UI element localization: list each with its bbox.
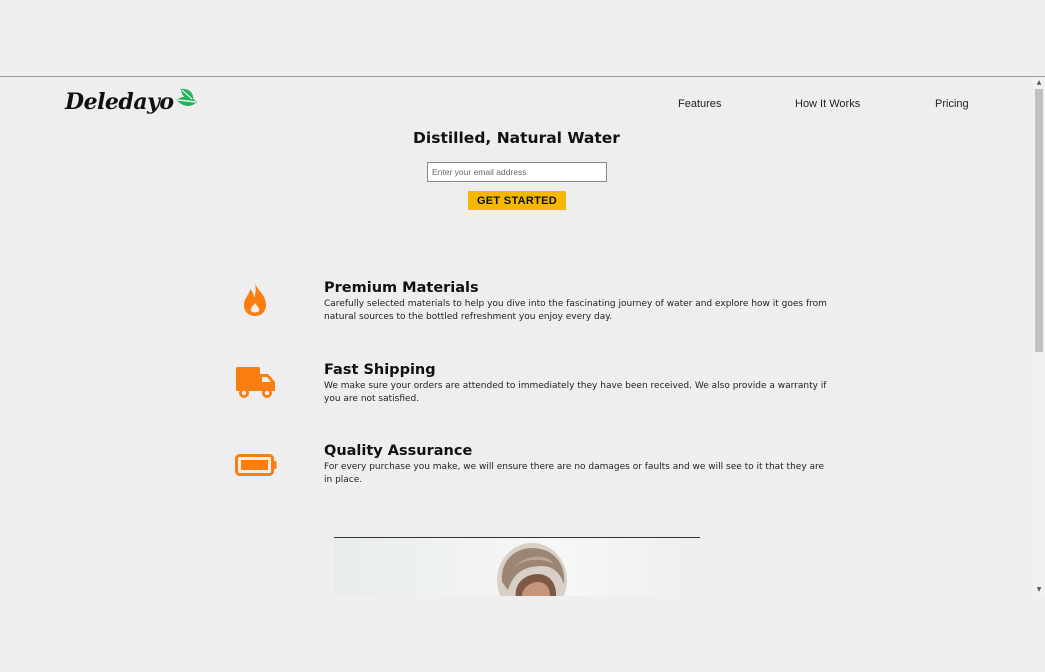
- hero-title: Distilled, Natural Water: [413, 129, 620, 147]
- nav-link-pricing[interactable]: Pricing: [935, 98, 969, 110]
- scroll-down-arrow-icon[interactable]: ▼: [1033, 584, 1045, 596]
- battery-icon: [235, 454, 277, 476]
- feature-description-premium-materials: Carefully selected materials to help you…: [324, 299, 827, 322]
- feature-title-quality-assurance: Quality Assurance: [324, 443, 473, 459]
- fire-icon: [244, 283, 266, 316]
- vertical-scrollbar[interactable]: ▲ ▼: [1033, 77, 1045, 596]
- feature-description-fast-shipping: We make sure your orders are attended to…: [324, 381, 827, 404]
- scroll-up-arrow-icon[interactable]: ▲: [1033, 77, 1045, 89]
- email-input[interactable]: [427, 162, 607, 182]
- get-started-button[interactable]: GET STARTED: [468, 191, 566, 210]
- bottom-blank-area: [0, 596, 1045, 672]
- logo-text: Deledayo: [65, 89, 174, 115]
- video-player[interactable]: [334, 537, 700, 596]
- feature-title-premium-materials: Premium Materials: [324, 280, 479, 296]
- nav-link-features[interactable]: Features: [678, 98, 721, 110]
- feature-description-quality-assurance: For every purchase you make, we will ens…: [324, 462, 825, 485]
- scrollbar-thumb[interactable]: [1035, 89, 1043, 352]
- brand-logo[interactable]: Deledayo: [65, 88, 199, 115]
- truck-icon: [236, 367, 275, 398]
- nav-link-how-it-works[interactable]: How It Works: [795, 98, 860, 110]
- page-viewport: Deledayo Features How It Works Pricing D…: [0, 77, 1033, 596]
- leaf-icon: [176, 88, 197, 106]
- person-image: [497, 543, 567, 596]
- feature-title-fast-shipping: Fast Shipping: [324, 362, 436, 378]
- top-blank-area: [0, 0, 1045, 76]
